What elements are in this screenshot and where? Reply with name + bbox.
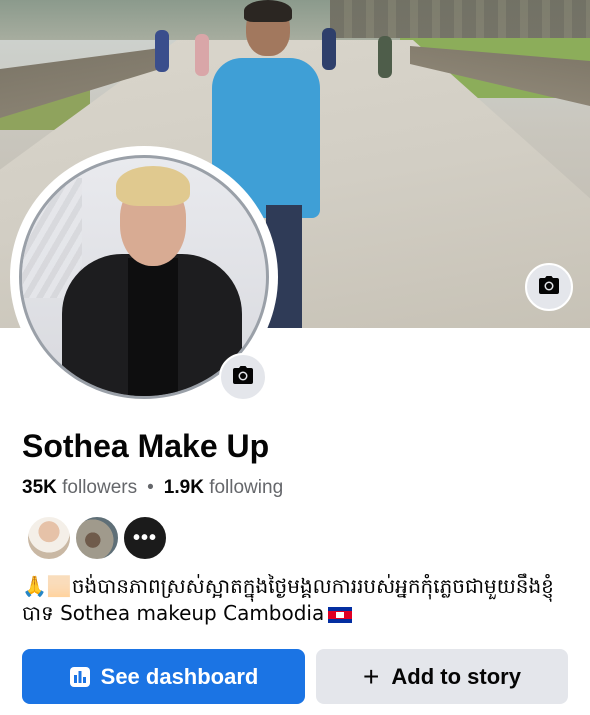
friend-avatar[interactable] — [74, 515, 120, 561]
cover-tourist — [322, 28, 336, 70]
see-dashboard-button[interactable]: See dashboard — [22, 649, 305, 704]
praying-hands-emoji: 🙏🏻 — [22, 574, 72, 598]
more-friends-button[interactable]: ••• — [122, 515, 168, 561]
add-to-story-button[interactable]: + Add to story — [316, 649, 568, 704]
edit-profile-picture-button[interactable] — [219, 353, 267, 401]
avatar-hair — [116, 166, 190, 206]
more-dots-icon: ••• — [132, 526, 157, 549]
cover-tourist — [378, 36, 392, 78]
followers-count: 35K — [22, 477, 57, 498]
edit-cover-photo-button[interactable] — [525, 263, 573, 311]
avatar-shirt — [128, 258, 178, 396]
profile-name: Sothea Make Up — [22, 428, 270, 464]
profile-stats: 35K followers • 1.9K following — [22, 477, 283, 499]
profile-bio: 🙏🏻ចង់បានភាពស្រស់ស្អាតក្នុងថ្ងៃមង្គលការរប… — [22, 573, 572, 627]
cover-tourist — [195, 34, 209, 76]
followers-link[interactable]: 35K followers — [22, 477, 137, 498]
add-to-story-label: Add to story — [391, 663, 521, 689]
cover-tourist — [155, 30, 169, 72]
friend-avatar[interactable] — [26, 515, 72, 561]
separator-dot: • — [147, 477, 154, 498]
following-link[interactable]: 1.9K following — [164, 477, 283, 498]
camera-icon — [232, 365, 254, 390]
cover-person-hair — [244, 0, 292, 22]
bio-text: ចង់បានភាពស្រស់ស្អាតក្នុងថ្ងៃមង្គលការរបស់… — [22, 574, 554, 625]
following-label: following — [209, 477, 284, 498]
bar-chart-icon — [69, 666, 91, 688]
cambodia-flag-icon — [328, 606, 353, 623]
cover-temple — [330, 0, 590, 38]
followers-label: followers — [62, 477, 138, 498]
see-dashboard-label: See dashboard — [100, 663, 259, 689]
plus-icon: + — [363, 660, 380, 692]
camera-icon — [538, 275, 560, 300]
following-count: 1.9K — [163, 477, 204, 498]
